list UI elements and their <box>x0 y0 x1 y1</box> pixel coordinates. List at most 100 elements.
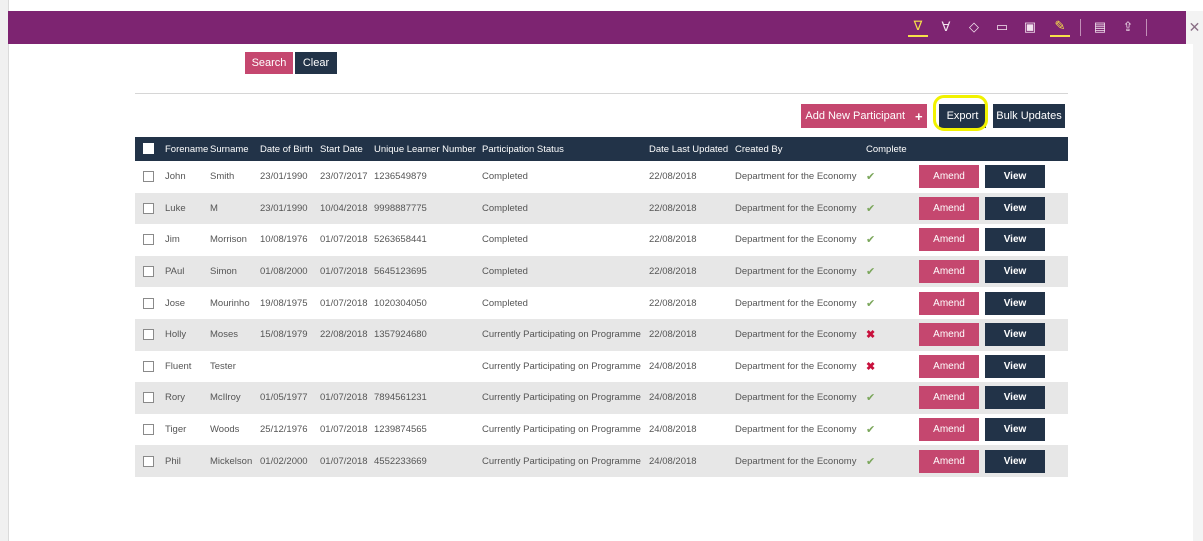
cell-created-by: Department for the Economy <box>735 329 857 341</box>
view-button[interactable]: View <box>985 291 1045 315</box>
column-header[interactable]: Created By <box>731 137 862 161</box>
amend-button[interactable]: Amend <box>919 386 979 410</box>
row-checkbox[interactable] <box>143 329 154 341</box>
amend-button[interactable]: Amend <box>919 418 979 442</box>
column-header[interactable]: Surname <box>206 137 256 161</box>
cross-icon: ✖ <box>866 360 876 373</box>
cell-uln: 1020304050 <box>374 297 427 309</box>
row-checkbox[interactable] <box>143 455 154 467</box>
cell-surname: Moses <box>210 329 238 341</box>
amend-button[interactable]: Amend <box>919 260 979 284</box>
cell-start: 23/07/2017 <box>320 171 368 183</box>
row-checkbox[interactable] <box>143 171 154 183</box>
row-checkbox[interactable] <box>143 202 154 214</box>
pen-icon[interactable]: ∇ <box>908 17 928 37</box>
search-button[interactable]: Search <box>245 52 293 74</box>
comment-icon[interactable]: ▭ <box>992 17 1012 37</box>
cell-updated: 22/08/2018 <box>649 297 697 309</box>
touch-write-icon[interactable]: ✎ <box>1050 17 1070 37</box>
cell-forename: Tiger <box>165 424 187 436</box>
cell-start: 01/07/2018 <box>320 297 368 309</box>
highlighter-icon[interactable]: ∀ <box>936 17 956 37</box>
view-button[interactable]: View <box>985 354 1045 378</box>
cell-uln: 9998887775 <box>374 202 427 214</box>
view-button[interactable]: View <box>985 165 1045 189</box>
table-row: Fluent Tester Currently Participating on P… <box>135 351 1068 383</box>
amend-button[interactable]: Amend <box>919 323 979 347</box>
highlight-annotation <box>933 95 988 131</box>
add-new-participant-button[interactable]: Add New Participant + <box>801 104 927 128</box>
amend-button[interactable]: Amend <box>919 228 979 252</box>
cell-status: Completed <box>482 266 528 278</box>
save-icon[interactable]: ▤ <box>1090 17 1110 37</box>
cell-created-by: Department for the Economy <box>735 171 857 183</box>
cell-surname: Mourinho <box>210 297 250 309</box>
toolbar-separator <box>1080 19 1081 36</box>
amend-button[interactable]: Amend <box>919 291 979 315</box>
check-icon: ✔ <box>866 266 876 279</box>
cell-forename: Rory <box>165 392 186 404</box>
column-header[interactable]: Unique Learner Number <box>370 137 478 161</box>
cross-icon: ✖ <box>866 329 876 342</box>
row-checkbox[interactable] <box>143 360 154 372</box>
eraser-icon[interactable]: ◇ <box>964 17 984 37</box>
view-button[interactable]: View <box>985 323 1045 347</box>
column-header[interactable]: Start Date <box>316 137 370 161</box>
row-checkbox[interactable] <box>143 424 154 436</box>
column-header[interactable]: Forename <box>161 137 208 161</box>
view-button[interactable]: View <box>985 386 1045 410</box>
cell-updated: 22/08/2018 <box>649 266 697 278</box>
column-header[interactable]: Participation Status <box>478 137 645 161</box>
cell-surname: M <box>210 202 218 214</box>
cell-updated: 22/08/2018 <box>649 202 697 214</box>
share-icon[interactable]: ⇪ <box>1118 17 1138 37</box>
cell-updated: 24/08/2018 <box>649 360 697 372</box>
view-button[interactable]: View <box>985 260 1045 284</box>
amend-button[interactable]: Amend <box>919 354 979 378</box>
cell-forename: Jose <box>165 297 186 309</box>
cell-start: 01/07/2018 <box>320 424 368 436</box>
clear-button[interactable]: Clear <box>295 52 337 74</box>
row-checkbox[interactable] <box>143 266 154 278</box>
row-checkbox[interactable] <box>143 234 154 246</box>
check-icon: ✔ <box>866 392 876 405</box>
cell-surname: Simon <box>210 266 237 278</box>
close-icon[interactable]: ✕ <box>1186 11 1203 44</box>
table-row: Rory McIlroy 01/05/1977 01/07/2018 789456123… <box>135 382 1068 414</box>
column-header[interactable]: Date Last Updated <box>645 137 731 161</box>
cell-start: 01/07/2018 <box>320 266 368 278</box>
cell-dob: 23/01/1990 <box>260 202 308 214</box>
table-row: John Smith 23/01/1990 23/07/2017 1236549879 C… <box>135 161 1068 193</box>
cell-updated: 22/08/2018 <box>649 171 697 183</box>
amend-button[interactable]: Amend <box>919 449 979 473</box>
view-button[interactable]: View <box>985 196 1045 220</box>
view-button[interactable]: View <box>985 418 1045 442</box>
scrollbar[interactable] <box>1193 44 1203 541</box>
row-checkbox[interactable] <box>143 392 154 404</box>
column-header[interactable]: Complete <box>862 137 915 161</box>
cell-updated: 22/08/2018 <box>649 329 697 341</box>
bulk-updates-button[interactable]: Bulk Updates <box>993 104 1065 128</box>
toolbar-separator <box>1146 19 1147 36</box>
table-row: PAul Simon 01/08/2000 01/07/2018 5645123695 C… <box>135 255 1068 288</box>
cell-created-by: Department for the Economy <box>735 234 857 246</box>
divider <box>135 93 1068 94</box>
cell-status: Completed <box>482 202 528 214</box>
row-checkbox[interactable] <box>143 297 154 309</box>
cell-uln: 5645123695 <box>374 266 427 278</box>
view-button[interactable]: View <box>985 449 1045 473</box>
cell-dob: 10/08/1976 <box>260 234 308 246</box>
cell-created-by: Department for the Economy <box>735 424 857 436</box>
clip-icon[interactable]: ▣ <box>1020 17 1040 37</box>
cell-status: Completed <box>482 171 528 183</box>
select-all-checkbox[interactable] <box>143 143 154 155</box>
cell-status: Currently Participating on Programme <box>482 424 641 436</box>
cell-forename: PAul <box>165 266 185 278</box>
amend-button[interactable]: Amend <box>919 196 979 220</box>
amend-button[interactable]: Amend <box>919 165 979 189</box>
view-button[interactable]: View <box>985 228 1045 252</box>
cell-dob: 23/01/1990 <box>260 171 308 183</box>
cell-forename: Fluent <box>165 360 192 372</box>
column-header[interactable]: Date of Birth <box>256 137 316 161</box>
cell-start: 01/07/2018 <box>320 455 368 467</box>
